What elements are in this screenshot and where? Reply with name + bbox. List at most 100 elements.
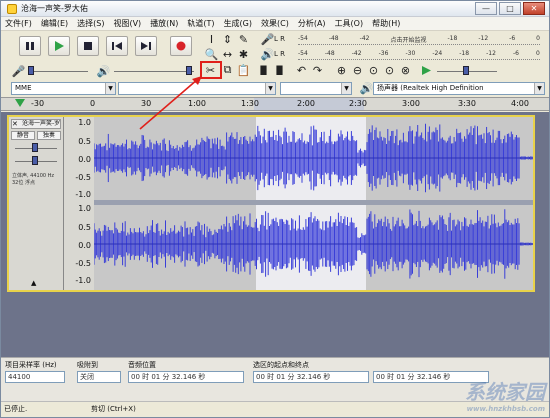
meter-tick: -30 [405, 50, 416, 57]
scale-label: 0.0 [78, 241, 91, 250]
snap-select[interactable]: 关闭 [77, 371, 121, 383]
menu-view[interactable]: 视图(V) [113, 18, 141, 29]
menu-tracks[interactable]: 轨道(T) [187, 18, 214, 29]
draw-tool-icon[interactable]: ✎ [236, 32, 251, 46]
copy-icon[interactable]: ⧉ [220, 63, 235, 77]
maximize-button[interactable]: □ [499, 2, 521, 15]
skip-start-button[interactable] [106, 36, 128, 56]
menu-help[interactable]: 帮助(H) [372, 18, 400, 29]
dropdown-arrow-icon: ▼ [534, 83, 544, 94]
selection-tool-icon[interactable]: I [204, 32, 219, 46]
fit-selection-icon[interactable]: ⊙ [366, 63, 381, 77]
meter-tick: -12 [486, 50, 496, 57]
timeline-ruler[interactable]: -30 0 30 1:00 1:30 2:00 2:30 3:00 3:30 4… [1, 97, 549, 111]
record-meter[interactable]: -54 -48 -42 点击开始监视 -18 -12 -6 0 [286, 33, 544, 47]
menu-generate[interactable]: 生成(G) [224, 18, 252, 29]
menu-effect[interactable]: 效果(C) [261, 18, 289, 29]
meter-tick: -48 [324, 50, 335, 57]
minimize-button[interactable]: — [475, 2, 497, 15]
ruler-label: 3:30 [458, 99, 476, 108]
playback-meter[interactable]: -54 -48 -42 -36 -30 -24 -18 -12 -6 0 [286, 48, 544, 62]
vertical-scale: 1.0 0.5 0.0 -0.5 -1.0 1.0 0.5 0.0 -0.5 -… [64, 117, 94, 290]
title-bar: 沧海一声笑-罗大佑 — □ ✕ [1, 1, 549, 17]
zoom-toggle-icon[interactable]: ⊗ [398, 63, 413, 77]
menu-file[interactable]: 文件(F) [5, 18, 32, 29]
track-name-menu[interactable]: 沧海一声笑-罗 [11, 119, 61, 129]
multi-tool-icon[interactable]: ✱ [236, 47, 251, 61]
timeshift-tool-icon[interactable]: ↔ [220, 47, 235, 61]
meter-tick: 0 [536, 35, 540, 42]
redo-icon[interactable]: ↷ [310, 63, 325, 77]
monitor-hint[interactable]: 点击开始监视 [390, 35, 426, 44]
audio-host-select[interactable]: MME ▼ [11, 82, 116, 95]
meter-tick: -6 [509, 35, 516, 42]
envelope-tool-icon[interactable]: ⇕ [220, 32, 235, 46]
pan-slider[interactable] [15, 156, 57, 166]
record-button[interactable] [170, 36, 192, 56]
trim-icon[interactable]: ▐▌ [256, 63, 271, 77]
zoom-in-icon[interactable]: ⊕ [334, 63, 349, 77]
play-button[interactable] [48, 36, 70, 56]
meter-tick: -54 [298, 35, 308, 42]
mic-volume-icon: 🎤 [11, 64, 26, 78]
collapse-icon[interactable]: ▲ [31, 279, 36, 287]
scale-label: -1.0 [75, 276, 91, 285]
audio-position-value: 00 时 01 分 32.146 秒 [131, 373, 206, 381]
meter-tick: -42 [359, 35, 370, 42]
track-control-panel: 沧海一声笑-罗 ✕ 静音 独奏 立体声, 44100 Hz 32位 浮点 ▲ [9, 117, 64, 290]
playback-device-select[interactable]: 扬声器 (Realtek High Definition ▼ [373, 82, 545, 95]
output-speaker-icon: 🔊 [359, 81, 374, 95]
play-icon [55, 41, 64, 51]
pause-button[interactable] [19, 36, 41, 56]
track-close-icon[interactable]: ✕ [12, 120, 18, 128]
snap-label: 吸附到 [77, 361, 98, 369]
menu-analyze[interactable]: 分析(A) [298, 18, 326, 29]
fit-project-icon[interactable]: ⊙ [382, 63, 397, 77]
meter-tick: -6 [513, 50, 519, 57]
close-button[interactable]: ✕ [523, 2, 545, 15]
zoom-tool-icon[interactable]: 🔍 [204, 47, 219, 61]
ruler-label: 3:00 [402, 99, 420, 108]
undo-icon[interactable]: ↶ [294, 63, 309, 77]
scale-label: -0.5 [75, 173, 91, 182]
scale-label: 0.0 [78, 155, 91, 164]
record-volume-slider[interactable] [28, 66, 88, 76]
menu-bar: 文件(F) 编辑(E) 选择(S) 视图(V) 播放(N) 轨道(T) 生成(G… [1, 17, 549, 31]
record-icon [176, 41, 186, 51]
stop-button[interactable] [77, 36, 99, 56]
silence-icon[interactable]: ▐▌ [272, 63, 287, 77]
watermark-sub: www.hnzkhbsb.com [466, 405, 545, 413]
menu-tools[interactable]: 工具(O) [335, 18, 364, 29]
zoom-out-icon[interactable]: ⊖ [350, 63, 365, 77]
gain-slider[interactable] [15, 143, 57, 153]
play-head-icon[interactable] [15, 99, 25, 107]
menu-transport[interactable]: 播放(N) [150, 18, 178, 29]
selection-end-value: 00 时 01 分 32.146 秒 [376, 373, 451, 381]
selection-start-field[interactable]: 00 时 01 分 32.146 秒 [253, 371, 369, 383]
track-name: 沧海一声笑-罗 [22, 120, 61, 127]
paste-icon[interactable]: 📋 [236, 63, 251, 77]
rate-label: 项目采样率 (Hz) [5, 361, 57, 369]
meter-tick: -48 [328, 35, 339, 42]
status-right: 剪切 (Ctrl+X) [91, 405, 136, 413]
pause-icon [26, 42, 34, 50]
scale-label: 1.0 [78, 204, 91, 213]
play-speed-slider[interactable] [437, 66, 497, 76]
scale-label: -1.0 [75, 190, 91, 199]
meter-tick: -12 [478, 35, 489, 42]
solo-button[interactable]: 独奏 [37, 131, 61, 140]
selection-start-value: 00 时 01 分 32.146 秒 [256, 373, 331, 381]
audio-track[interactable]: 沧海一声笑-罗 ✕ 静音 独奏 立体声, 44100 Hz 32位 浮点 ▲ 1… [7, 115, 535, 292]
audio-position-field[interactable]: 00 时 01 分 32.146 秒 [128, 371, 244, 383]
ruler-label: 1:30 [241, 99, 259, 108]
play-at-speed-icon[interactable] [419, 63, 434, 77]
menu-edit[interactable]: 编辑(E) [41, 18, 68, 29]
mute-button[interactable]: 静音 [11, 131, 35, 140]
track-info: 立体声, 44100 Hz 32位 浮点 [12, 173, 55, 186]
watermark: 系统家园 www.hnzkhbsb.com [465, 376, 545, 413]
channels-select[interactable]: ▼ [280, 82, 352, 95]
dropdown-arrow-icon: ▼ [265, 83, 275, 94]
skip-end-button[interactable] [135, 36, 157, 56]
project-rate-select[interactable]: 44100 [5, 371, 65, 383]
menu-select[interactable]: 选择(S) [77, 18, 104, 29]
